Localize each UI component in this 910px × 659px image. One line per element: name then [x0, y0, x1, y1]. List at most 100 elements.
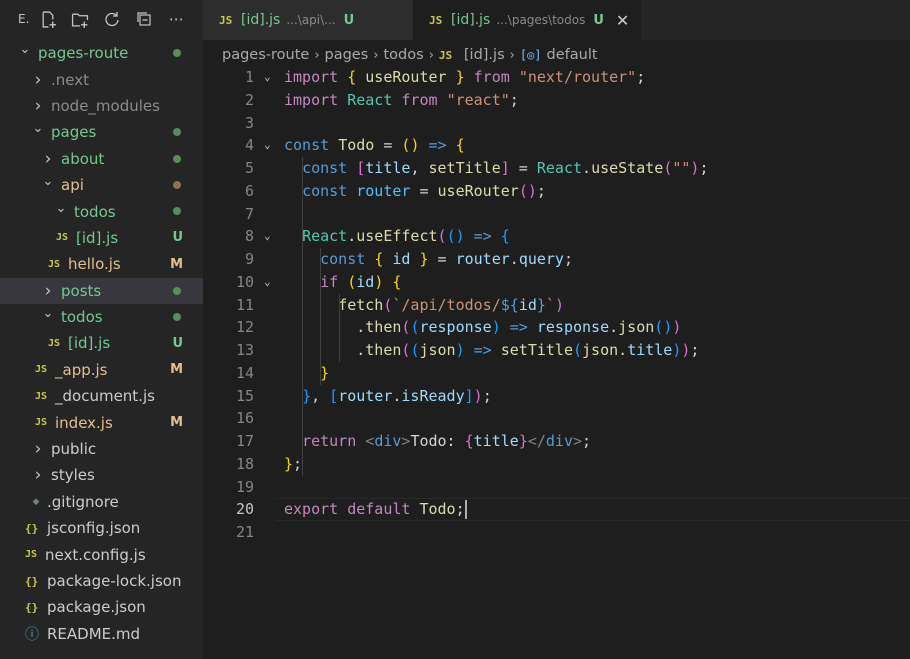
code-line[interactable]: 7 — [203, 203, 910, 226]
git-status-badge: M — [170, 256, 183, 272]
chevron-down-icon: ⌄ — [55, 200, 67, 216]
js-file-icon: JS — [35, 390, 48, 402]
code-text: return <div>Todo: {title}</div>; — [302, 432, 592, 450]
chevron-right-icon: › — [44, 148, 52, 169]
tree-item-label: posts — [61, 281, 102, 300]
line-number: 11 — [235, 295, 254, 314]
fold-chevron-icon[interactable]: ⌄ — [264, 134, 271, 157]
fold-chevron-icon[interactable]: ⌄ — [264, 225, 271, 248]
symbol-icon: [◎] — [519, 48, 542, 62]
code-line[interactable]: 13 .then((json) => setTitle(json.title))… — [203, 339, 910, 362]
code-line[interactable]: 14 } — [203, 362, 910, 385]
tree-item[interactable]: ⓘ README.md — [0, 621, 203, 647]
line-number: 8 — [244, 227, 254, 246]
breadcrumb-item[interactable]: pages-route — [222, 47, 309, 63]
js-file-icon: JS — [56, 232, 69, 244]
tree-item-label: hello.js — [68, 255, 121, 274]
code-line[interactable]: 19 — [203, 476, 910, 499]
js-file-icon: JS — [429, 13, 443, 27]
line-number: 6 — [244, 181, 254, 200]
code-line[interactable]: 6 const router = useRouter(); — [203, 180, 910, 203]
code-line[interactable]: 16 — [203, 407, 910, 430]
js-file-icon: JS — [48, 258, 61, 270]
js-file-icon: JS — [219, 13, 233, 27]
tree-item[interactable]: JS [id].js U — [0, 225, 203, 251]
code-line[interactable]: 2 import React from "react"; — [203, 89, 910, 112]
indent-guide — [339, 293, 340, 362]
editor-tabs: JS [id].js ...\api\... U JS [id].js ...\… — [203, 0, 910, 40]
fold-chevron-icon[interactable]: ⌄ — [264, 271, 271, 294]
tree-item[interactable]: {} jsconfig.json — [0, 515, 203, 541]
code-line[interactable]: 4 ⌄ const Todo = () => { — [203, 134, 910, 157]
code-line[interactable]: 1 ⌄ import { useRouter } from "next/router… — [203, 66, 910, 89]
tree-item[interactable]: › .next — [0, 66, 203, 92]
tree-item[interactable]: {} package.json — [0, 594, 203, 620]
new-folder-icon[interactable] — [71, 10, 89, 28]
breadcrumb-item[interactable]: pages — [325, 47, 369, 63]
code-line[interactable]: 3 — [203, 112, 910, 135]
tree-item[interactable]: JS [id].js U — [0, 330, 203, 356]
tab-todos-id-js[interactable]: JS [id].js ...\pages\todos U ✕ — [413, 0, 642, 40]
breadcrumb-file[interactable]: [id].js — [464, 47, 505, 63]
code-text: const router = useRouter(); — [302, 181, 546, 200]
tree-item[interactable]: › node_modules — [0, 93, 203, 119]
code-line[interactable]: 15 }, [router.isReady]); — [203, 385, 910, 408]
close-tab-icon[interactable]: ✕ — [616, 11, 629, 30]
tab-path: ...\pages\todos — [496, 13, 586, 27]
tree-item-label: .next — [51, 70, 89, 89]
tree-item[interactable]: ⌄ todos — [0, 198, 203, 224]
tree-item[interactable]: ⌄ api — [0, 172, 203, 198]
tree-item[interactable]: › posts — [0, 277, 203, 304]
git-status-dot — [173, 128, 181, 137]
tree-item-label: styles — [51, 466, 95, 485]
line-number: 13 — [235, 341, 254, 359]
line-number: 12 — [235, 318, 254, 337]
tree-item[interactable]: JS index.js M — [0, 409, 203, 435]
code-line[interactable]: 10 ⌄ if (id) { — [203, 271, 910, 294]
tree-item[interactable]: › public — [0, 436, 203, 462]
tree-item-label: pages-route — [38, 44, 129, 63]
tab-api-id-js[interactable]: JS [id].js ...\api\... U — [203, 0, 413, 40]
code-text: const { id } = router.query; — [320, 250, 573, 268]
git-status-badge: M — [170, 415, 183, 431]
breadcrumb-item[interactable]: todos — [384, 47, 424, 63]
tree-item[interactable]: ⌄ todos — [0, 304, 203, 330]
new-file-icon[interactable] — [39, 10, 57, 28]
code-editor[interactable]: 1 ⌄ import { useRouter } from "next/router… — [203, 66, 910, 659]
breadcrumb-symbol[interactable]: default — [547, 47, 598, 63]
code-line[interactable]: 5 const [title, setTitle] = React.useSta… — [203, 157, 910, 180]
code-line[interactable]: 9 const { id } = router.query; — [203, 248, 910, 271]
code-line[interactable]: 11 fetch(`/api/todos/${id}`) — [203, 294, 910, 317]
tree-item[interactable]: ⌄ pages — [0, 119, 203, 145]
git-status-badge: M — [170, 362, 183, 378]
code-line[interactable]: 8 ⌄ React.useEffect(() => { — [203, 225, 910, 248]
js-file-icon: JS — [48, 337, 61, 349]
code-text: React.useEffect(() => { — [302, 227, 510, 246]
tree-item[interactable]: JS hello.js M — [0, 251, 203, 277]
tree-item[interactable]: › styles — [0, 462, 203, 488]
tree-item[interactable]: JS _document.js — [0, 383, 203, 409]
git-file-icon: ◆ — [32, 496, 40, 507]
code-text: const [title, setTitle] = React.useState… — [302, 159, 709, 177]
tree-item[interactable]: {} package-lock.json — [0, 568, 203, 594]
more-actions-icon[interactable]: ⋯ — [167, 10, 185, 28]
line-number: 2 — [244, 90, 254, 109]
code-line[interactable]: 20 export default Todo; — [203, 498, 910, 522]
line-number: 15 — [235, 386, 254, 405]
code-line[interactable]: 21 — [203, 521, 910, 544]
tree-item[interactable]: › about — [0, 146, 203, 172]
chevron-right-icon: › — [509, 47, 515, 63]
code-line[interactable]: 17 return <div>Todo: {title}</div>; — [203, 430, 910, 453]
tree-item[interactable]: JS next.config.js — [0, 541, 203, 567]
tree-item[interactable]: JS _app.js M — [0, 357, 203, 383]
code-line[interactable]: 18}; — [203, 453, 910, 476]
breadcrumb: pages-route › pages › todos › JS [id].js… — [222, 44, 598, 66]
code-line[interactable]: 12 .then((response) => response.json()) — [203, 316, 910, 339]
tree-item[interactable]: ◆ .gitignore — [0, 489, 203, 515]
collapse-all-icon[interactable] — [135, 10, 153, 28]
tab-status: U — [343, 12, 355, 28]
tree-item-label: README.md — [47, 624, 141, 643]
refresh-icon[interactable] — [103, 10, 121, 28]
tree-item[interactable]: ⌄ pages-route — [0, 40, 203, 66]
fold-chevron-icon[interactable]: ⌄ — [264, 66, 271, 89]
